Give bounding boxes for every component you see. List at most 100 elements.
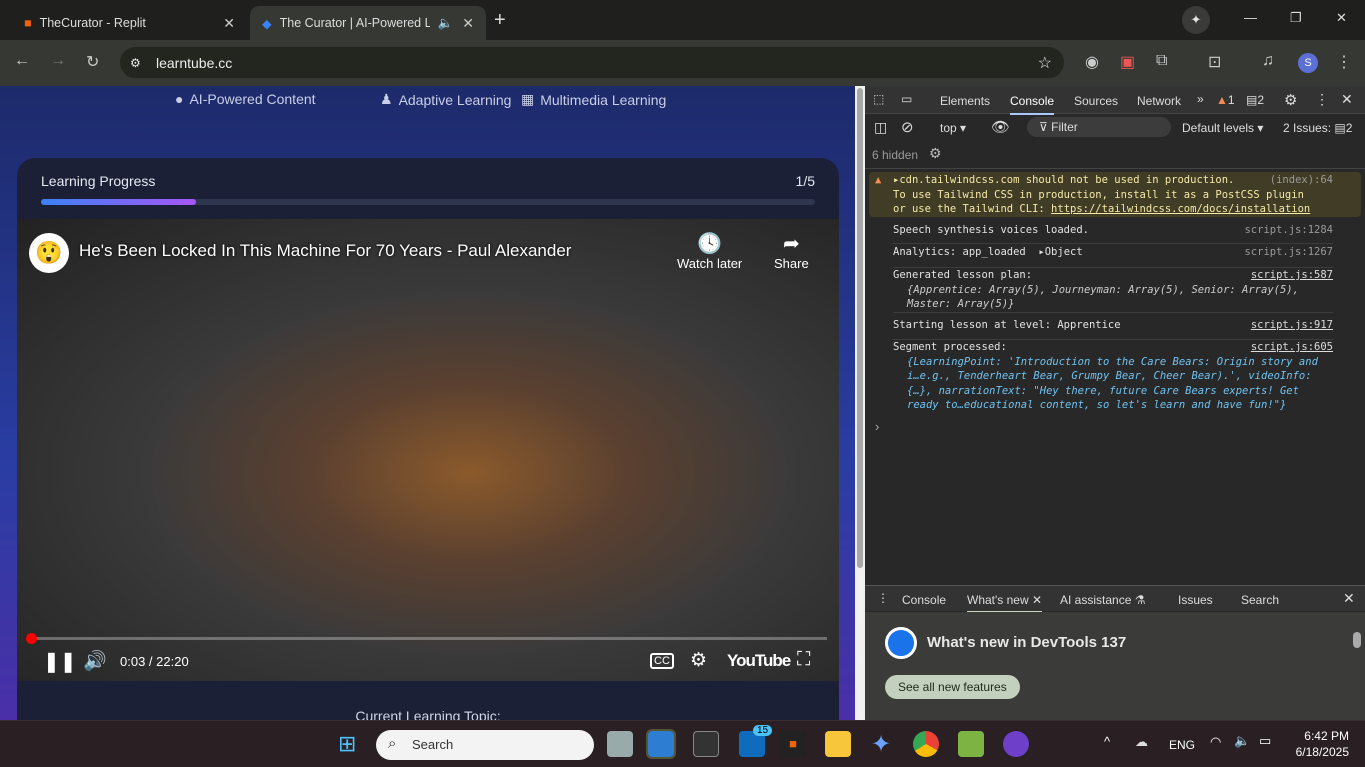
tab-curator[interactable]: ◆ The Curator | AI-Powered Le 🔈 ✕	[250, 6, 486, 40]
profile-avatar[interactable]: S	[1298, 53, 1318, 73]
log-source[interactable]: script.js:917	[1251, 318, 1333, 333]
photos-app-icon[interactable]	[646, 729, 676, 759]
notepadpp-icon[interactable]	[958, 731, 984, 757]
close-tab-icon[interactable]: ✕	[223, 15, 235, 32]
device-toolbar-icon[interactable]: ▭	[901, 92, 912, 106]
log-source[interactable]: script.js:1267	[1244, 245, 1333, 260]
drawer-tab-whats-new[interactable]: What's new ✕	[967, 593, 1043, 613]
close-devtools-icon[interactable]: ✕	[1341, 91, 1353, 108]
inspect-icon[interactable]: ⬚	[873, 92, 884, 106]
object-preview[interactable]: {Apprentice: Array(5), Journeyman: Array…	[893, 283, 1333, 312]
youtube-player[interactable]: 😲 He's Been Locked In This Machine For 7…	[17, 219, 839, 681]
scrollbar-thumb[interactable]	[857, 88, 863, 568]
reload-icon[interactable]: ↻	[86, 52, 99, 72]
minimize-icon[interactable]: —	[1244, 10, 1257, 25]
seek-handle[interactable]	[26, 633, 37, 644]
taskbar-search[interactable]: ⌕ Search	[376, 730, 594, 760]
console-settings-icon[interactable]: ⚙	[929, 145, 942, 162]
filter-input[interactable]: ⊽ Filter	[1027, 117, 1171, 137]
layers-icon: ◆	[262, 16, 272, 31]
onedrive-warning-icon[interactable]: ☁	[1135, 734, 1148, 750]
drawer-scrollbar[interactable]	[1353, 616, 1363, 716]
seek-bar[interactable]	[26, 633, 827, 644]
replit-app-icon[interactable]: ■	[780, 731, 806, 757]
warnings-badge[interactable]: ▲1	[1216, 93, 1235, 107]
back-icon[interactable]: ←	[14, 52, 30, 70]
object-preview[interactable]: {LearningPoint: 'Introduction to the Car…	[893, 355, 1333, 413]
audio-icon[interactable]: 🔈	[438, 16, 454, 31]
address-bar[interactable]: ⚙ learntube.cc ☆	[120, 47, 1064, 78]
task-view-icon[interactable]	[607, 731, 633, 757]
drawer-menu-icon[interactable]: ⋮	[877, 591, 889, 605]
volume-icon[interactable]: 🔊	[83, 649, 107, 673]
gemini-icon[interactable]: ✦	[1182, 6, 1210, 34]
battery-icon[interactable]: ▭	[1259, 733, 1271, 749]
drawer-tab-search[interactable]: Search	[1241, 593, 1279, 607]
menu-icon[interactable]: ⋮	[1336, 52, 1352, 72]
tab-network[interactable]: Network	[1137, 94, 1181, 108]
windows-start-icon[interactable]: ⊞	[338, 731, 356, 757]
drawer-tab-console[interactable]: Console	[902, 593, 946, 607]
progress-label: Learning Progress	[41, 173, 156, 189]
clear-console-icon[interactable]: ⊘	[901, 118, 914, 136]
more-tabs-icon[interactable]: »	[1197, 92, 1204, 106]
issues-button[interactable]: 2 Issues: ▤2	[1283, 121, 1352, 135]
see-all-features-button[interactable]: See all new features	[885, 675, 1020, 699]
pause-icon[interactable]: ❚❚	[43, 649, 77, 674]
tab-sources[interactable]: Sources	[1074, 94, 1118, 108]
tab-elements[interactable]: Elements	[940, 94, 990, 108]
messages-badge[interactable]: ▤2	[1246, 93, 1264, 107]
console-prompt-icon[interactable]: ›	[875, 419, 879, 434]
terminal-icon[interactable]	[693, 731, 719, 757]
share-button[interactable]: ➦ Share	[774, 231, 809, 271]
channel-avatar[interactable]: 😲	[29, 233, 69, 273]
log-source[interactable]: script.js:587	[1251, 268, 1333, 283]
wifi-icon[interactable]: ◠	[1210, 734, 1221, 750]
acrobat-icon[interactable]: ▣	[1120, 52, 1135, 72]
tab-replit[interactable]: ■ TheCurator - Replit ✕	[12, 6, 247, 40]
sidebar-toggle-icon[interactable]: ◫	[874, 119, 887, 136]
media-control-icon[interactable]: ♫	[1262, 52, 1274, 70]
video-title[interactable]: He's Been Locked In This Machine For 70 …	[79, 241, 571, 261]
new-tab-icon[interactable]: +	[494, 9, 506, 32]
page-scrollbar[interactable]	[855, 86, 865, 720]
log-source[interactable]: (index):64	[1270, 173, 1333, 188]
extensions-puzzle-icon[interactable]: ⧉	[1156, 52, 1167, 70]
extension-icon[interactable]: ◉	[1085, 52, 1099, 72]
github-desktop-icon[interactable]	[1003, 731, 1029, 757]
speaker-icon[interactable]: 🔈	[1234, 733, 1250, 749]
language-indicator[interactable]: ENG	[1169, 738, 1195, 752]
maximize-icon[interactable]: ❐	[1290, 10, 1302, 26]
show-hidden-icons[interactable]: ^	[1104, 734, 1110, 749]
bookmark-star-icon[interactable]: ☆	[1038, 53, 1052, 73]
outlook-icon[interactable]: 15	[739, 725, 773, 757]
copilot-icon[interactable]: ✦	[871, 730, 891, 759]
log-entry: Starting lesson at level: Apprentice scri…	[893, 318, 1333, 340]
close-drawer-icon[interactable]: ✕	[1343, 590, 1355, 607]
fullscreen-icon[interactable]: ⛶	[797, 649, 810, 671]
file-explorer-icon[interactable]	[825, 731, 851, 757]
settings-icon[interactable]: ⚙	[1284, 91, 1297, 109]
tailwind-docs-link[interactable]: https://tailwindcss.com/docs/installatio…	[1051, 203, 1310, 215]
watch-later-button[interactable]: 🕓 Watch later	[677, 231, 742, 271]
cast-icon[interactable]: ⊡	[1208, 52, 1221, 72]
log-source[interactable]: script.js:605	[1251, 340, 1333, 355]
settings-gear-icon[interactable]: ⚙	[690, 649, 707, 672]
more-options-icon[interactable]: ⋮	[1315, 91, 1329, 108]
context-select[interactable]: top ▾	[940, 121, 966, 135]
drawer-tab-ai-assistance[interactable]: AI assistance ⚗	[1060, 593, 1145, 607]
close-window-icon[interactable]: ✕	[1336, 10, 1347, 26]
log-source[interactable]: script.js:1284	[1244, 223, 1333, 238]
log-levels-select[interactable]: Default levels ▾	[1182, 121, 1263, 135]
tab-console[interactable]: Console	[1010, 94, 1055, 115]
chrome-taskbar-icon[interactable]	[913, 731, 939, 757]
drawer-tab-issues[interactable]: Issues	[1178, 593, 1213, 607]
live-expression-eye-icon[interactable]: 👁	[991, 118, 1010, 136]
site-info-icon[interactable]: ⚙	[130, 56, 141, 70]
clock[interactable]: 6:42 PM 6/18/2025	[1285, 728, 1349, 760]
object-toggle[interactable]: Object	[1045, 246, 1083, 258]
captions-icon[interactable]: CC	[650, 653, 674, 669]
youtube-logo[interactable]: YouTube	[727, 651, 791, 671]
forward-icon[interactable]: →	[50, 52, 66, 70]
close-tab-icon[interactable]: ✕	[462, 15, 474, 32]
